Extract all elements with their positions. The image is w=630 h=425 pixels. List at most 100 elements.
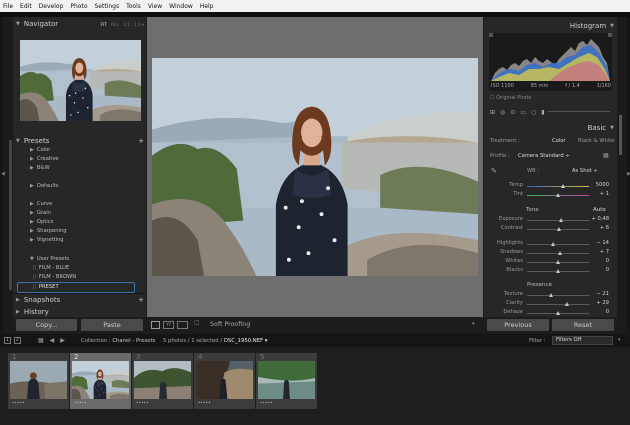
filmstrip-thumb-1[interactable]: 1 •••••: [8, 353, 69, 409]
crop-tool-icon[interactable]: ⊞: [490, 109, 495, 116]
history-header[interactable]: ▶ History: [16, 308, 144, 316]
preset-group-defaults[interactable]: ▶ Defaults: [30, 183, 59, 189]
amount-slider[interactable]: [548, 111, 610, 112]
wb-dropdown[interactable]: As Shot ÷: [572, 168, 598, 174]
exposure-slider[interactable]: [527, 220, 589, 221]
filter-lock-icon[interactable]: ▾: [618, 337, 621, 343]
tone-auto-button[interactable]: Auto: [593, 207, 606, 213]
preset-group-creative[interactable]: ▶ Creative: [30, 156, 59, 162]
temp-knob[interactable]: [561, 184, 565, 188]
menu-photo[interactable]: Photo: [70, 3, 87, 10]
preset-group-user[interactable]: ▼ User Presets: [30, 256, 69, 262]
temp-slider[interactable]: [527, 186, 589, 187]
grid-view-icon[interactable]: ▦: [38, 337, 44, 344]
before-after-icon[interactable]: YY: [163, 321, 174, 329]
soft-proofing-checkbox[interactable]: ☐: [194, 320, 202, 329]
treatment-color[interactable]: Color: [552, 138, 566, 144]
basic-header[interactable]: Basic ▼: [486, 122, 614, 134]
contrast-knob[interactable]: [557, 227, 561, 231]
back-arrow-icon[interactable]: ◀: [50, 337, 55, 344]
radial-filter-icon[interactable]: ○: [531, 109, 536, 116]
add-snapshot-icon[interactable]: +: [138, 296, 144, 304]
snapshots-header[interactable]: ▶ Snapshots +: [16, 294, 144, 306]
menu-help[interactable]: Help: [200, 3, 214, 10]
exposure-value[interactable]: + 0,48: [585, 216, 609, 222]
spot-removal-icon[interactable]: ◎: [500, 109, 505, 116]
original-photo-checkbox[interactable]: ☐: [490, 95, 494, 101]
contrast-value[interactable]: + 6: [585, 225, 609, 231]
preset-group-vignetting[interactable]: ▶ Vignetting: [30, 237, 64, 243]
profile-dropdown[interactable]: Camera Standard ÷: [518, 153, 570, 159]
wb-eyedropper-icon[interactable]: ✎: [491, 167, 497, 175]
blacks-value[interactable]: 0: [585, 267, 609, 273]
clarity-value[interactable]: + 29: [585, 300, 609, 306]
highlights-knob[interactable]: [551, 242, 555, 246]
before-after-split-icon[interactable]: [177, 321, 188, 329]
filmstrip-thumb-2-selected[interactable]: 2 •••••: [70, 353, 131, 409]
zoom-1-1[interactable]: 1:1: [123, 22, 130, 27]
graduated-filter-icon[interactable]: ▭: [520, 109, 526, 116]
previous-button[interactable]: Previous: [487, 319, 549, 331]
filmstrip-thumb-5[interactable]: 5 •••••: [256, 353, 317, 409]
copy-button[interactable]: Copy...: [16, 319, 77, 331]
dehaze-value[interactable]: 0: [585, 309, 609, 315]
preset-film-blue[interactable]: ▯ FILM - BLUE: [33, 265, 69, 271]
navigator-header[interactable]: ▼ Navigator FIT FILL 1:1 1:1 ▾: [16, 18, 144, 30]
add-preset-icon[interactable]: +: [138, 137, 144, 145]
redeye-icon[interactable]: ⊙: [510, 109, 515, 116]
whites-value[interactable]: 0: [585, 258, 609, 264]
blacks-knob[interactable]: [556, 269, 560, 273]
texture-knob[interactable]: [549, 293, 553, 297]
reset-button[interactable]: Reset: [552, 319, 614, 331]
highlights-slider[interactable]: [527, 244, 589, 245]
profile-browser-icon[interactable]: ▦: [603, 152, 609, 159]
left-collapse-icon[interactable]: ◀: [1, 171, 5, 177]
filter-dropdown[interactable]: Filters Off: [552, 336, 613, 345]
texture-value[interactable]: − 21: [585, 291, 609, 297]
filmstrip-thumb-4[interactable]: 4 •••••: [194, 353, 255, 409]
menu-edit[interactable]: Edit: [20, 3, 32, 10]
texture-slider[interactable]: [527, 295, 589, 296]
menu-settings[interactable]: Settings: [95, 3, 120, 10]
shadows-knob[interactable]: [558, 251, 562, 255]
tint-value[interactable]: + 1: [585, 191, 609, 197]
navigator-preview[interactable]: [20, 40, 141, 121]
zoom-fill[interactable]: FILL: [111, 22, 119, 27]
temp-value[interactable]: 5000: [585, 182, 609, 188]
preset-preset[interactable]: ▯ PRESET: [33, 284, 59, 290]
menu-file[interactable]: File: [3, 3, 13, 10]
page-1-button[interactable]: 1: [4, 337, 11, 344]
clarity-slider[interactable]: [527, 304, 589, 305]
preset-group-sharpening[interactable]: ▶ Sharpening: [30, 228, 67, 234]
preset-group-bw[interactable]: ▶ B&W: [30, 165, 50, 171]
filmstrip-source[interactable]: Collection : Chanel - Presets 5 photos /…: [81, 338, 267, 344]
original-photo-row[interactable]: ☐ Original Photo: [490, 95, 532, 101]
presets-header[interactable]: ▼ Presets +: [16, 135, 144, 147]
menu-window[interactable]: Window: [169, 3, 193, 10]
preset-group-color[interactable]: ▶ Color: [30, 147, 50, 153]
whites-knob[interactable]: [556, 260, 560, 264]
menu-develop[interactable]: Develop: [39, 3, 64, 10]
preset-group-grain[interactable]: ▶ Grain: [30, 210, 51, 216]
paste-button[interactable]: Paste: [81, 319, 143, 331]
clarity-knob[interactable]: [565, 302, 569, 306]
forward-arrow-icon[interactable]: ▶: [60, 337, 65, 344]
highlights-value[interactable]: − 14: [585, 240, 609, 246]
toolbar-menu-icon[interactable]: ▾: [472, 321, 475, 327]
panel-scrollbar[interactable]: [9, 140, 12, 290]
treatment-bw[interactable]: Black & White: [578, 138, 614, 144]
preset-group-curve[interactable]: ▶ Curve: [30, 201, 52, 207]
filmstrip-thumb-3[interactable]: 3 •••••: [132, 353, 193, 409]
preset-film-brown[interactable]: ▯ FILM - BROWN: [33, 274, 76, 280]
page-2-button[interactable]: 2: [13, 337, 21, 344]
zoom-custom[interactable]: 1:1 ▾: [134, 22, 144, 27]
right-scrollbar[interactable]: [619, 115, 622, 155]
tint-knob[interactable]: [556, 193, 560, 197]
zoom-fit[interactable]: FIT: [101, 22, 107, 27]
shadows-value[interactable]: + 7: [585, 249, 609, 255]
histogram-header[interactable]: Histogram ▼: [486, 20, 614, 32]
loupe-view-icon[interactable]: [151, 321, 160, 329]
menu-view[interactable]: View: [148, 3, 162, 10]
menu-tools[interactable]: Tools: [126, 3, 141, 10]
main-photo[interactable]: [152, 58, 478, 276]
